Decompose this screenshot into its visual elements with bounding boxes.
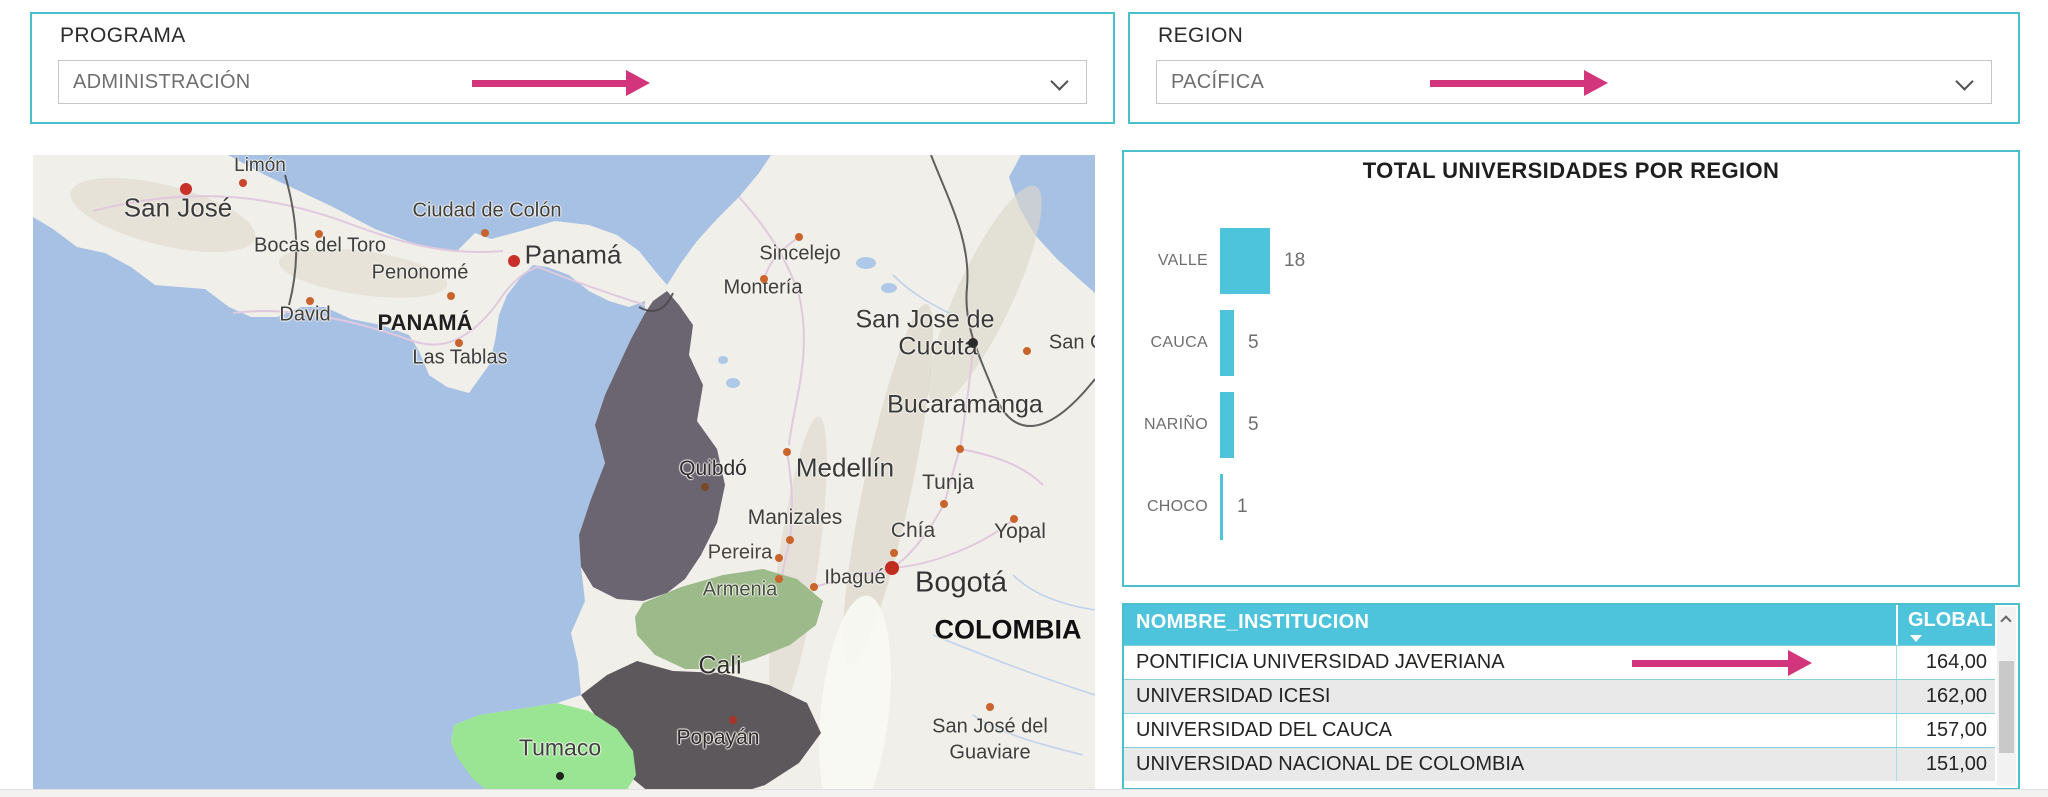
bar-category-label: NARIÑO [1124, 416, 1220, 434]
bar-value-label: 18 [1284, 250, 1305, 272]
slicer-panel-region: REGION PACÍFICA [1128, 12, 2020, 124]
cell-global: 164,00 [1896, 646, 1995, 679]
slicer-title-region: REGION [1158, 24, 1243, 48]
table-row[interactable]: PONTIFICIA UNIVERSIDAD JAVERIANA164,00 [1124, 645, 1995, 679]
chevron-down-icon [1955, 72, 1973, 90]
table-row[interactable]: UNIVERSIDAD NACIONAL DE COLOMBIA151,00 [1124, 747, 1995, 781]
cell-nombre: UNIVERSIDAD ICESI [1124, 680, 1896, 713]
cell-global: 162,00 [1896, 680, 1995, 713]
chart-panel: TOTAL UNIVERSIDADES POR REGION VALLE 18 CA… [1122, 150, 2020, 587]
highlight-arrow-line [1430, 80, 1584, 87]
slicer-title-programa: PROGRAMA [60, 24, 186, 48]
highlight-arrow [1430, 70, 1608, 96]
bar-value-label: 5 [1248, 414, 1259, 436]
bar-value-label: 1 [1237, 496, 1248, 518]
bar[interactable] [1220, 228, 1270, 294]
scroll-up-button[interactable] [1997, 607, 2016, 631]
bar[interactable] [1220, 310, 1234, 376]
programa-dropdown[interactable]: ADMINISTRACIÓN [58, 60, 1087, 104]
table-row[interactable]: UNIVERSIDAD DEL CAUCA157,00 [1124, 713, 1995, 747]
highlight-arrow [472, 70, 650, 96]
scroll-thumb[interactable] [1999, 661, 2014, 753]
cell-nombre: UNIVERSIDAD NACIONAL DE COLOMBIA [1124, 748, 1896, 781]
table-scrollbar[interactable] [1997, 607, 2016, 786]
table-header: NOMBRE_INSTITUCION GLOBAL [1124, 605, 1995, 645]
bottom-strip [0, 789, 2048, 797]
chevron-down-icon [1050, 72, 1068, 90]
bar-rows: VALLE 18 CAUCA 5 NARIÑO 5 CHOCO 1 [1124, 228, 2008, 556]
page-root: { "colors": { "panel_border": "#4AC0CE",… [0, 0, 2048, 797]
region-dropdown-value: PACÍFICA [1171, 71, 1264, 94]
bar-category-label: CHOCO [1124, 498, 1220, 516]
cell-nombre: PONTIFICIA UNIVERSIDAD JAVERIANA [1124, 646, 1896, 679]
bar-row: NARIÑO 5 [1124, 392, 2008, 458]
table-panel: NOMBRE_INSTITUCION GLOBAL PONTIFICIA UNI… [1122, 603, 2020, 790]
sort-descending-icon [1910, 635, 1922, 642]
region-dropdown[interactable]: PACÍFICA [1156, 60, 1992, 104]
bar[interactable] [1220, 474, 1223, 540]
bar-category-label: VALLE [1124, 252, 1220, 270]
table-row[interactable]: UNIVERSIDAD ICESI162,00 [1124, 679, 1995, 713]
map-canvas [33, 155, 1095, 797]
programa-dropdown-value: ADMINISTRACIÓN [73, 71, 251, 94]
bar[interactable] [1220, 392, 1234, 458]
map-visual[interactable]: LimónSan JoséCiudad de ColónBocas del To… [33, 155, 1095, 797]
column-header-global-label: GLOBAL [1908, 609, 1992, 631]
cell-global: 157,00 [1896, 714, 1995, 747]
slicer-panel-programa: PROGRAMA ADMINISTRACIÓN [30, 12, 1115, 124]
bar-row: CAUCA 5 [1124, 310, 2008, 376]
table-content: NOMBRE_INSTITUCION GLOBAL PONTIFICIA UNI… [1124, 605, 1995, 781]
chevron-up-icon [2000, 615, 2011, 626]
bar-row: CHOCO 1 [1124, 474, 2008, 540]
bar-value-label: 5 [1248, 332, 1259, 354]
highlight-arrow-head [1584, 70, 1608, 96]
column-header-global[interactable]: GLOBAL [1896, 605, 1995, 645]
cell-nombre: UNIVERSIDAD DEL CAUCA [1124, 714, 1896, 747]
chart-title: TOTAL UNIVERSIDADES POR REGION [1124, 158, 2018, 184]
column-header-nombre[interactable]: NOMBRE_INSTITUCION [1124, 605, 1896, 645]
table-body: PONTIFICIA UNIVERSIDAD JAVERIANA164,00UN… [1124, 645, 1995, 781]
highlight-arrow-line [472, 80, 626, 87]
bar-row: VALLE 18 [1124, 228, 2008, 294]
highlight-arrow-head [626, 70, 650, 96]
bar-category-label: CAUCA [1124, 334, 1220, 352]
cell-global: 151,00 [1896, 748, 1995, 781]
